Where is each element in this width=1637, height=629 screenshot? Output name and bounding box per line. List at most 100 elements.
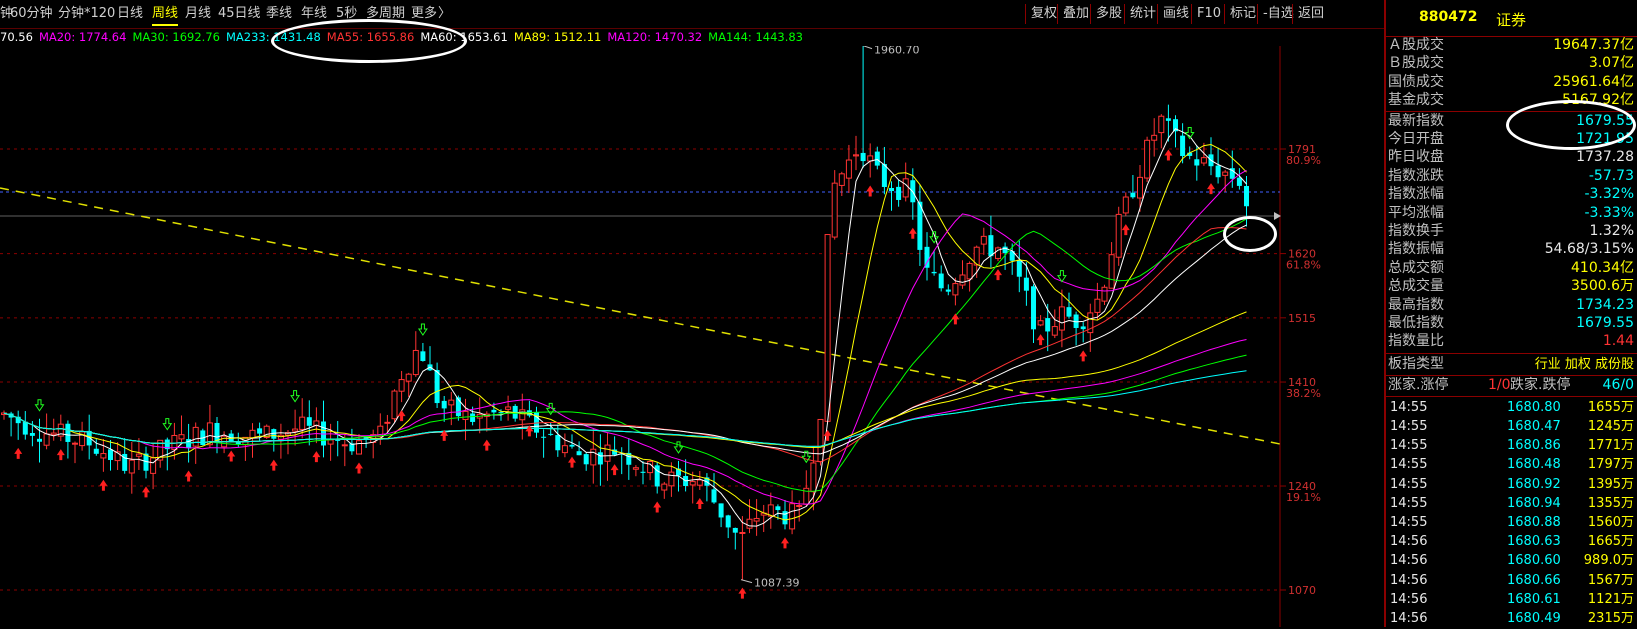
tick-row: 14:56 1680.66 1567万 [1386,571,1637,591]
candle-body [391,390,398,420]
tick-time: 14:55 [1390,399,1428,415]
toolbar-button-3[interactable]: 统计 [1124,4,1156,24]
tick-price: 1680.48 [1507,457,1561,473]
candle-body [725,515,731,528]
candle-body [498,411,504,413]
ma-legend-item: MA144: 1443.83 [708,30,803,44]
candle-body [1016,260,1022,277]
tick-row: 14:55 1680.94 1355万 [1386,494,1637,514]
toolbar-button-4[interactable]: 画线 [1157,4,1189,24]
high-label-pointer [862,46,873,50]
candle-body [178,434,185,440]
candle-body [966,262,973,280]
ma120-line [3,339,1247,447]
period-tab-2[interactable]: 分钟*120 [58,4,115,24]
toolbar-button-5[interactable]: F10 [1191,4,1221,24]
candle-body [299,416,306,430]
stat-row: 总成交额 410.34亿 [1386,259,1637,278]
ma-legend-item: MA120: 1470.32 [607,30,703,44]
kline-chart-canvas[interactable]: 179180.9%162061.8%1515141038.2%124019.1%… [0,46,1384,627]
stat-label: 基金成交 [1388,92,1444,109]
annotation-ellipse-chart [1223,216,1277,252]
candle-body [462,410,469,421]
candle-body [555,435,561,451]
tick-price: 1680.49 [1507,611,1561,626]
advance-label: 涨家.涨停 [1388,376,1449,393]
candle-body [72,442,78,445]
annotation-ellipse-ma [271,19,467,63]
candle-body [150,457,157,474]
candle-body [959,274,966,286]
stat-row: 昨日收盘 1737.28 [1386,148,1637,167]
period-tab-6[interactable]: 45日线 [218,4,261,24]
stat-value: 1734.23 [1576,296,1634,313]
stat-label: 最新指数 [1388,112,1444,129]
tick-time: 14:55 [1390,457,1428,473]
candle-body [448,399,455,406]
toolbar-button-8[interactable]: 返回 [1292,4,1324,24]
more-chevron-icon[interactable]: 〉 [438,4,451,24]
candle-body [632,467,639,470]
candle-body [845,159,852,179]
stat-row: 国债成交 25961.64亿 [1386,73,1637,92]
stat-row: Ｂ股成交 3.07亿 [1386,54,1637,73]
period-tab-4[interactable]: 周线 [152,4,179,26]
toolbar-button-0[interactable]: 复权 [1025,4,1057,24]
stat-value: 3.07亿 [1588,55,1634,72]
fib-pct-label: 61.8% [1286,259,1321,272]
kline-chart[interactable]: 1791 80.9% 1620 61.8% 1515 1410 38.2% 1240 19.1%… [0,46,1384,627]
candle-body [1108,254,1115,289]
period-tab-1[interactable]: 60分钟 [10,4,53,24]
candle-body [420,351,426,361]
toolbar-button-2[interactable]: 多股 [1090,4,1122,24]
period-toolbar: 钟 60分钟 分钟*120 日线 周线 月线 45日线 季线 年线 5秒 多周期 更多〉 复权 叠加 多股… [0,0,1384,29]
period-tab-5[interactable]: 月线 [185,4,211,24]
candle-body [1058,306,1065,331]
tick-volume: 1560万 [1587,515,1634,530]
tick-row: 14:56 1680.49 2315万 [1386,609,1637,629]
toolbar-button-6[interactable]: 标记 [1224,4,1256,24]
toolbar-button-7[interactable]: -自选 [1257,4,1294,24]
candle-body [65,423,71,442]
tick-row: 14:55 1680.80 1655万 [1386,398,1637,418]
toolbar-button-1[interactable]: 叠加 [1057,4,1089,24]
candle-body [327,439,334,445]
period-tab-3[interactable]: 日线 [117,4,143,24]
buy-arrow-icon [397,410,406,422]
candle-body [519,409,526,421]
candle-body [583,454,589,465]
candle-body [775,506,781,511]
tick-volume: 1771万 [1587,438,1634,454]
stat-row: 指数涨幅 -3.32% [1386,185,1637,204]
buy-arrow-icon [184,470,193,482]
buy-arrow-icon [56,449,65,461]
period-tab-7[interactable]: 季线 [266,4,292,24]
buy-arrow-icon [610,464,619,476]
sector-type-value[interactable]: 行业 加权 成份股 [1535,355,1634,374]
stat-label: 指数涨跌 [1388,167,1444,184]
tick-row: 14:56 1680.60 989.0万 [1386,551,1637,571]
candle-body [711,489,717,503]
candle-body [647,460,654,474]
buy-arrow-icon [653,501,662,513]
index-name: 证券 [1496,11,1527,29]
buy-arrow-icon [823,429,832,441]
candle-body [1151,134,1158,141]
tick-row: 14:56 1680.61 1121万 [1386,590,1637,610]
tick-row: 14:55 1680.88 1560万 [1386,513,1637,533]
candle-body [1094,298,1101,313]
candle-body [541,436,547,438]
candle-body [732,527,738,533]
candle-body [108,449,113,461]
candle-body [384,421,391,424]
candle-body [824,234,831,422]
stat-label: 总成交额 [1388,259,1444,276]
annotation-ellipse-latest [1506,100,1636,150]
stat-label: 昨日收盘 [1388,149,1444,166]
price-axis-label: 1070 [1288,584,1316,597]
stat-row: 平均涨幅 -3.33% [1386,204,1637,223]
tick-time: 14:55 [1390,476,1428,492]
stat-row: 最高指数 1734.23 [1386,296,1637,315]
decline-value: 46/0 [1602,376,1634,393]
buy-arrow-icon [781,537,789,549]
